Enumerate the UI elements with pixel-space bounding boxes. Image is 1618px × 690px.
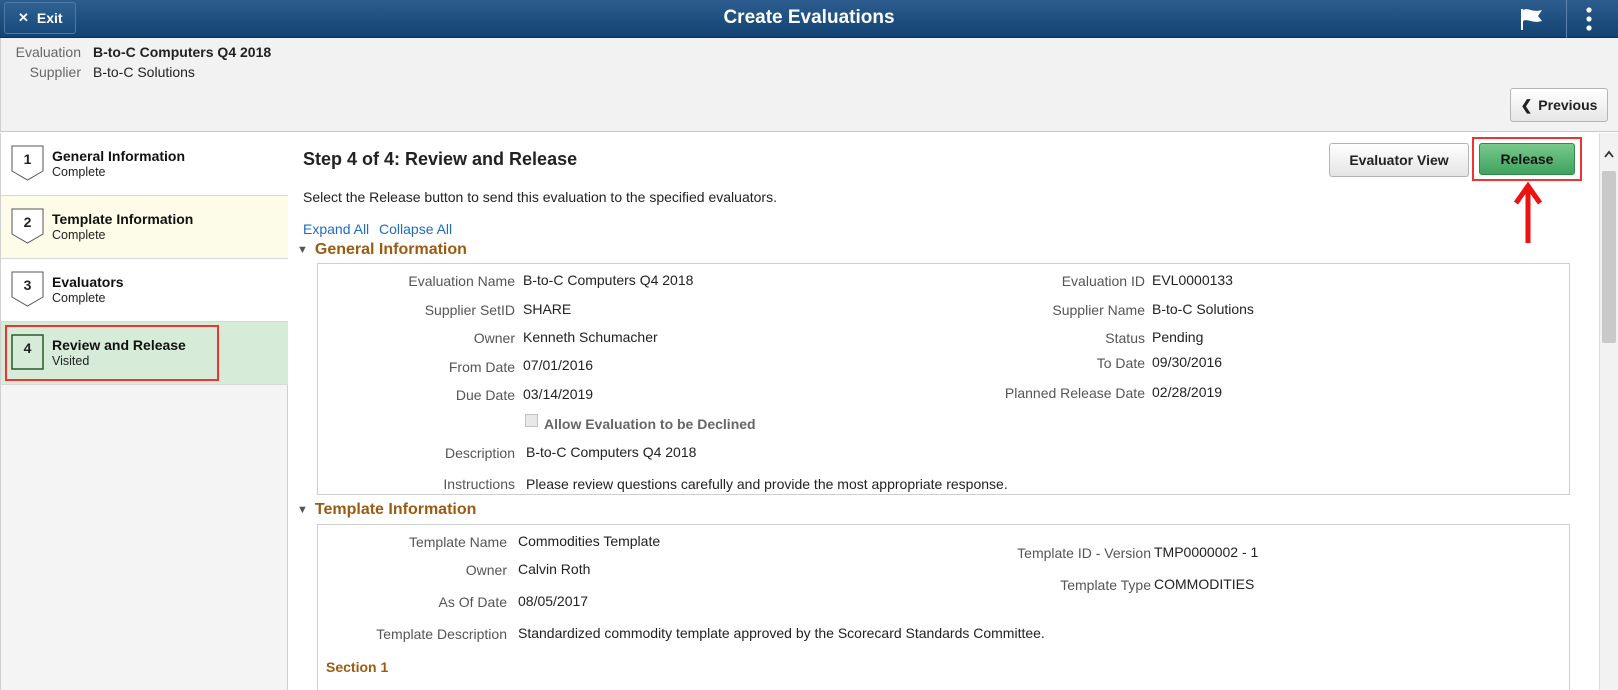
- collapse-triangle-icon: ▼: [297, 244, 308, 256]
- allow-decline-label: Allow Evaluation to be Declined: [544, 416, 756, 432]
- chevron-up-icon[interactable]: [1604, 150, 1614, 158]
- template-owner-label: Owner: [465, 562, 507, 578]
- nav-step-title: General Information: [52, 148, 186, 164]
- nav-step-review-and-release[interactable]: 4 Review and Release Visited: [1, 322, 288, 385]
- page-title: Create Evaluations: [723, 7, 895, 28]
- supplier-label: Supplier: [29, 64, 81, 80]
- as-of-date-label: As Of Date: [438, 594, 507, 610]
- nav-step-status: Complete: [52, 291, 106, 305]
- template-description-value: Standardized commodity template approved…: [518, 625, 1045, 641]
- to-date-label: To Date: [1096, 355, 1145, 371]
- as-of-date-value: 08/05/2017: [518, 593, 589, 609]
- nav-step-title: Template Information: [52, 211, 194, 227]
- evaluation-id-label: Evaluation ID: [1061, 273, 1145, 289]
- allow-decline-checkbox[interactable]: [525, 414, 538, 427]
- nav-step-status: Complete: [52, 165, 106, 179]
- planned-release-date-value: 02/28/2019: [1152, 384, 1223, 400]
- supplier-value: B-to-C Solutions: [93, 64, 195, 80]
- template-information-group: Template Name Commodities Template Templ…: [317, 524, 1570, 690]
- page-banner: ✕ Exit Create Evaluations: [0, 0, 1618, 38]
- status-label: Status: [1105, 330, 1145, 346]
- template-type-value: COMMODITIES: [1154, 576, 1255, 592]
- instructions-label: Instructions: [443, 476, 515, 492]
- template-id-version-label: Template ID - Version: [1017, 545, 1151, 561]
- vertical-scrollbar[interactable]: [1599, 133, 1618, 690]
- template-information-header[interactable]: ▼ Template Information: [297, 501, 476, 519]
- general-information-group: Evaluation Name B-to-C Computers Q4 2018…: [317, 263, 1570, 495]
- evaluation-name-value: B-to-C Computers Q4 2018: [523, 272, 694, 288]
- section-1-label[interactable]: Section 1: [326, 659, 388, 675]
- template-owner-value: Calvin Roth: [518, 561, 591, 577]
- evaluation-label: Evaluation: [15, 44, 81, 60]
- evaluation-info-strip: Evaluation B-to-C Computers Q4 2018 Supp…: [0, 38, 1618, 132]
- supplier-setid-label: Supplier SetID: [424, 302, 515, 318]
- release-button[interactable]: Release: [1479, 143, 1575, 175]
- evaluation-name-label: Evaluation Name: [408, 273, 515, 289]
- from-date-label: From Date: [448, 359, 515, 375]
- supplier-name-value: B-to-C Solutions: [1152, 301, 1254, 317]
- collapse-triangle-icon: ▼: [297, 504, 308, 516]
- step-number: 1: [23, 151, 32, 167]
- section-title: Template Information: [314, 501, 477, 518]
- arrow-up-icon: [1513, 181, 1543, 243]
- evaluator-view-button[interactable]: Evaluator View: [1329, 143, 1469, 177]
- general-information-header[interactable]: ▼ General Information: [297, 241, 467, 259]
- template-name-label: Template Name: [408, 534, 507, 550]
- collapse-all-link[interactable]: Collapse All: [379, 221, 452, 237]
- main-content: Step 4 of 4: Review and Release Select t…: [289, 133, 1599, 690]
- evaluation-row: Evaluation B-to-C Computers Q4 2018: [1, 44, 401, 62]
- description-label: Description: [444, 445, 515, 461]
- to-date-value: 09/30/2016: [1152, 354, 1223, 370]
- banner-separator: [1566, 0, 1567, 38]
- previous-label: Previous: [1538, 97, 1598, 113]
- template-description-label: Template Description: [376, 626, 507, 642]
- evaluation-id-value: EVL0000133: [1152, 272, 1233, 288]
- description-value: B-to-C Computers Q4 2018: [526, 444, 697, 460]
- template-name-value: Commodities Template: [518, 533, 661, 549]
- due-date-value: 03/14/2019: [523, 386, 594, 402]
- owner-value: Kenneth Schumacher: [523, 329, 658, 345]
- scrollbar-thumb[interactable]: [1602, 171, 1616, 343]
- more-vertical-icon[interactable]: [1585, 6, 1593, 32]
- nav-step-evaluators[interactable]: 3 Evaluators Complete: [1, 259, 288, 322]
- planned-release-date-label: Planned Release Date: [1004, 385, 1145, 401]
- section-title: General Information: [314, 241, 467, 258]
- nav-step-status: Complete: [52, 228, 106, 242]
- step-title: Step 4 of 4: Review and Release: [303, 149, 578, 169]
- step-number: 2: [23, 214, 32, 230]
- status-value: Pending: [1152, 329, 1204, 345]
- due-date-label: Due Date: [455, 387, 515, 403]
- owner-label: Owner: [473, 330, 515, 346]
- template-type-label: Template Type: [1060, 577, 1151, 593]
- evaluation-value: B-to-C Computers Q4 2018: [93, 44, 272, 60]
- step-navigation: 1 General Information Complete 2 Templat…: [0, 133, 288, 690]
- nav-step-title: Evaluators: [52, 274, 124, 290]
- template-id-version-value: TMP0000002 - 1: [1154, 544, 1259, 560]
- current-step-highlight: [5, 325, 219, 381]
- instructions-value: Please review questions carefully and pr…: [526, 476, 1008, 492]
- supplier-name-label: Supplier Name: [1052, 302, 1145, 318]
- previous-button[interactable]: ❮ Previous: [1510, 88, 1608, 122]
- from-date-value: 07/01/2016: [523, 357, 594, 373]
- supplier-row: Supplier B-to-C Solutions: [1, 64, 401, 82]
- supplier-setid-value: SHARE: [523, 301, 572, 317]
- nav-step-template-information[interactable]: 2 Template Information Complete: [1, 196, 288, 259]
- chevron-left-icon: ❮: [1520, 96, 1533, 113]
- step-description: Select the Release button to send this e…: [303, 189, 777, 205]
- flag-icon[interactable]: [1518, 7, 1546, 31]
- step-number: 3: [23, 277, 32, 293]
- expand-all-link[interactable]: Expand All: [303, 221, 369, 237]
- nav-step-general-information[interactable]: 1 General Information Complete: [1, 133, 288, 196]
